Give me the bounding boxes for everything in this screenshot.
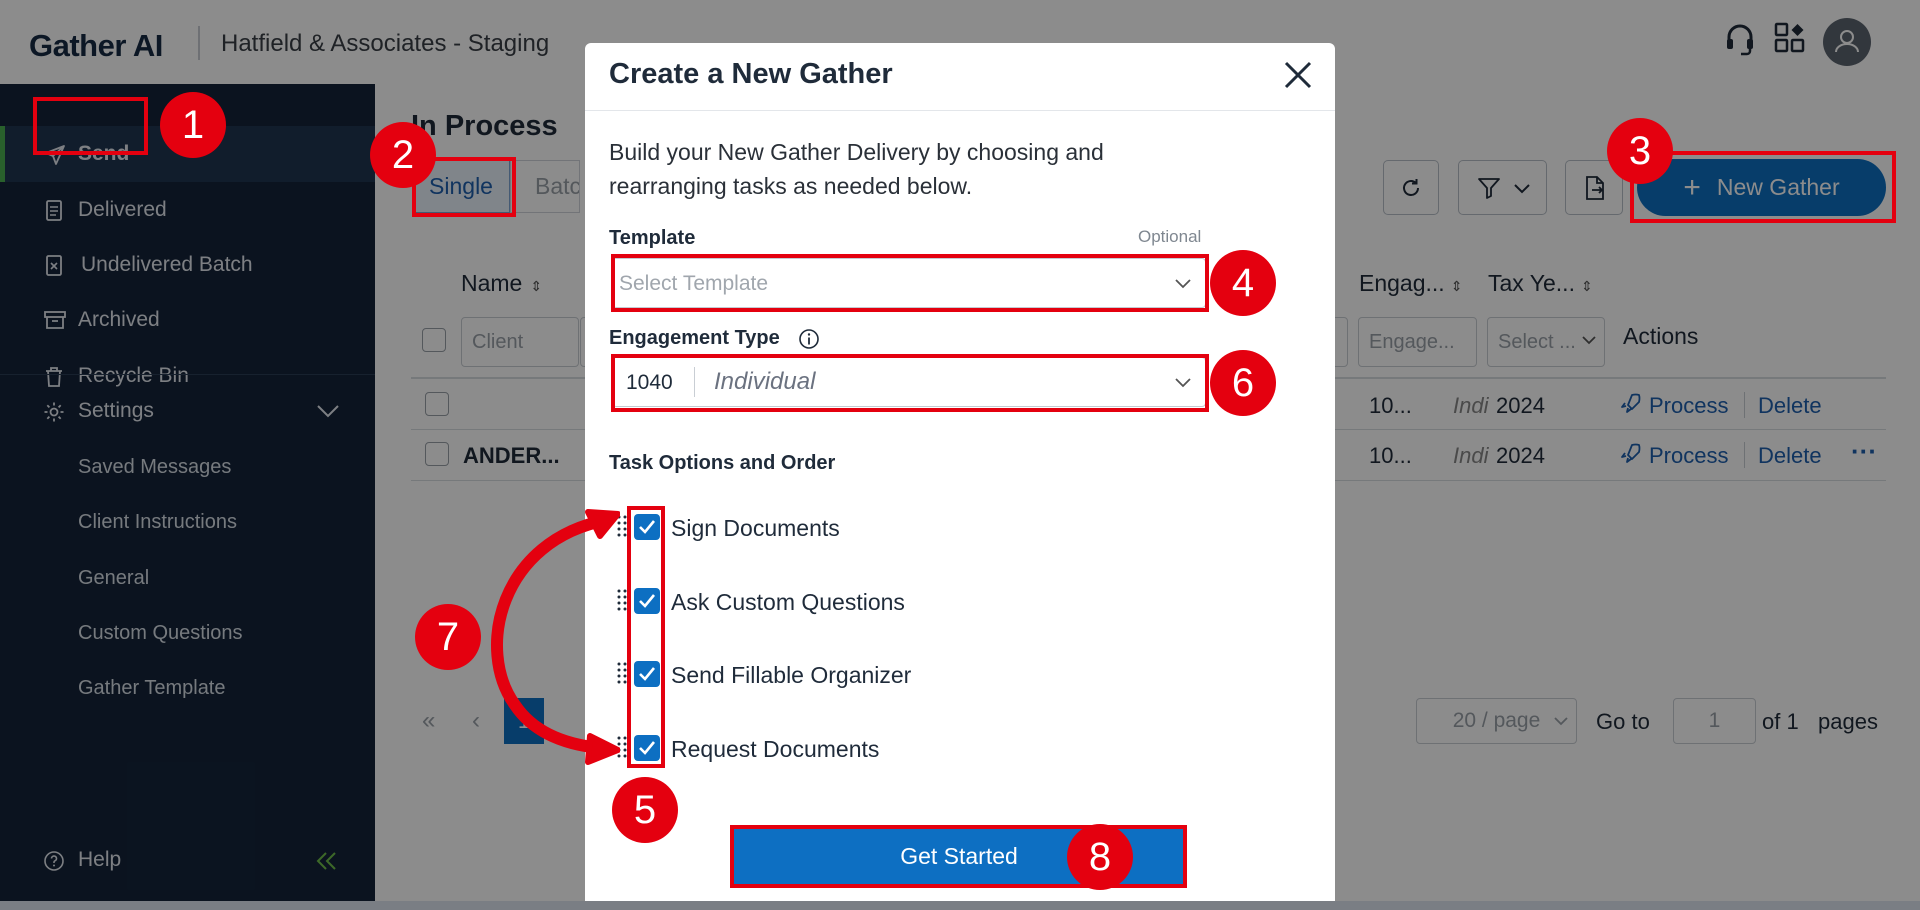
annotation-badge: 2 — [370, 122, 436, 188]
task-label: Ask Custom Questions — [671, 589, 905, 615]
reorder-arrow-icon — [491, 509, 620, 765]
task-label: Request Documents — [671, 736, 880, 762]
annotation-badge: 6 — [1210, 350, 1276, 416]
annotation-badge: 3 — [1607, 118, 1673, 184]
scrollbar-track — [0, 901, 1920, 910]
optional-label: Optional — [1138, 227, 1202, 246]
annotation-box — [611, 254, 1209, 312]
annotation-badge: 7 — [415, 604, 481, 670]
info-icon[interactable] — [798, 328, 820, 350]
annotation-box — [33, 97, 148, 155]
template-label: Template — [609, 227, 696, 249]
modal-description: Build your New Gather Delivery by choosi… — [609, 139, 1104, 199]
annotation-badge: 8 — [1067, 824, 1133, 890]
modal-divider — [585, 110, 1335, 111]
annotation-box — [627, 506, 665, 768]
annotation-badge: 1 — [160, 92, 226, 158]
task-options-label: Task Options and Order — [609, 452, 836, 474]
annotation-badge: 4 — [1210, 250, 1276, 316]
task-label: Send Fillable Organizer — [671, 662, 912, 688]
task-label: Sign Documents — [671, 515, 840, 541]
annotation-badge: 5 — [612, 777, 678, 843]
close-icon[interactable] — [1283, 60, 1313, 90]
annotation-box — [611, 354, 1209, 412]
modal-title: Create a New Gather — [609, 58, 893, 90]
engagement-type-label: Engagement Type — [609, 327, 780, 349]
